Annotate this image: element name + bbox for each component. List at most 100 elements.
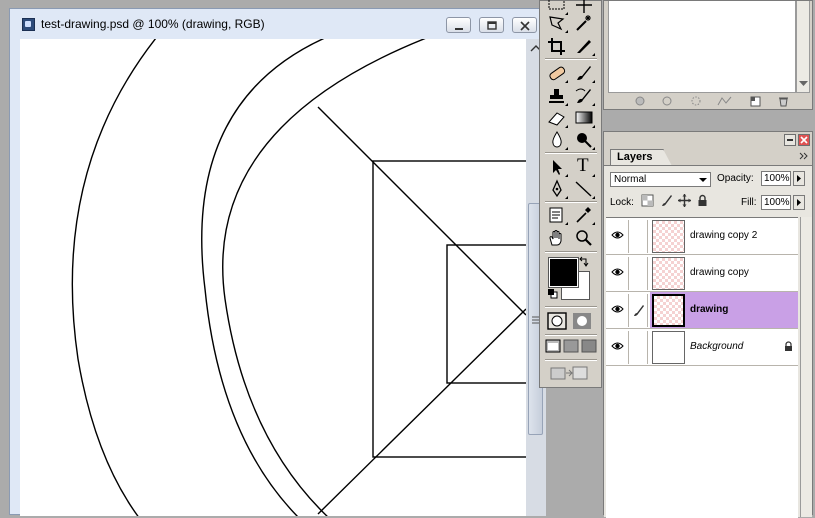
palette-minimize-button[interactable]: [784, 134, 796, 146]
stroke-circle-icon[interactable]: [662, 96, 672, 106]
fill-field[interactable]: 100%: [761, 195, 791, 210]
magnifier-icon: [576, 230, 592, 246]
chevron-right-icon: [797, 175, 801, 182]
dodge-tool[interactable]: [573, 130, 595, 150]
tools-palette: T: [539, 0, 602, 388]
close-button[interactable]: [512, 17, 537, 33]
history-brush-tool[interactable]: [573, 86, 595, 106]
layers-list: drawing copy 2 drawing copy drawing Back…: [606, 217, 798, 518]
magic-wand-icon: [576, 15, 591, 31]
foreground-color-swatch[interactable]: [549, 258, 578, 287]
full-screen-menu-mode-button[interactable]: [563, 339, 583, 357]
layers-tab[interactable]: Layers: [610, 149, 664, 166]
drawing-canvas[interactable]: [20, 39, 526, 516]
layer-row-drawing-copy[interactable]: drawing copy: [606, 255, 798, 292]
layer-name: drawing: [690, 304, 729, 315]
full-screen-mode-button[interactable]: [581, 339, 601, 357]
default-colors-icon[interactable]: [548, 289, 558, 299]
upper-palette-content: [608, 1, 796, 93]
layer-name: drawing copy: [690, 267, 749, 278]
layer-link-toggle[interactable]: [628, 257, 648, 290]
quick-mask-icon: [573, 313, 591, 329]
healing-brush-tool[interactable]: [546, 63, 568, 83]
eraser-tool[interactable]: [546, 108, 568, 128]
psd-document-icon: [22, 18, 35, 31]
eye-icon[interactable]: [611, 341, 624, 351]
fill-circle-icon[interactable]: [635, 96, 645, 106]
standard-screen-icon: [545, 339, 561, 353]
brush-tool[interactable]: [573, 63, 595, 83]
crop-icon: [548, 38, 565, 55]
standard-screen-mode-button[interactable]: [545, 339, 565, 357]
blend-mode-select[interactable]: Normal: [610, 172, 711, 187]
document-titlebar[interactable]: test-drawing.psd @ 100% (drawing, RGB): [10, 9, 544, 39]
layer-row-background[interactable]: Background: [606, 329, 798, 366]
jump-to-imageready-button[interactable]: [549, 364, 589, 382]
lock-transparency-icon[interactable]: [641, 194, 654, 207]
upper-palette-scrollbar[interactable]: [796, 1, 810, 93]
blend-mode-value: Normal: [614, 174, 647, 185]
layer-link-toggle[interactable]: [628, 331, 648, 364]
layers-titlebar[interactable]: [604, 132, 812, 149]
palette-close-button[interactable]: [798, 134, 810, 146]
type-tool[interactable]: T: [573, 155, 595, 177]
blur-tool[interactable]: [546, 130, 568, 150]
eye-icon[interactable]: [611, 304, 624, 314]
swap-colors-icon[interactable]: [578, 256, 590, 268]
type-icon: T: [577, 155, 589, 176]
fill-slider-button[interactable]: [793, 195, 805, 210]
large-rectangle: [372, 160, 526, 458]
lock-label: Lock:: [610, 197, 634, 208]
lock-icon: [785, 341, 792, 351]
lock-pixels-brush-icon[interactable]: [660, 194, 673, 207]
slice-tool[interactable]: [573, 36, 595, 56]
upper-palette: [603, 0, 813, 110]
opacity-label: Opacity:: [717, 173, 754, 184]
diagonal-top: [317, 106, 526, 316]
outer-arc: [71, 39, 157, 516]
opacity-slider-button[interactable]: [793, 171, 805, 186]
layer-name: drawing copy 2: [690, 230, 758, 241]
minimize-button[interactable]: [446, 17, 471, 33]
palette-menu-icon[interactable]: [799, 152, 809, 160]
chevron-down-icon: [699, 178, 707, 182]
chevron-right-icon: [797, 199, 801, 206]
pen-tool[interactable]: [546, 179, 568, 199]
notes-tool[interactable]: [546, 205, 568, 225]
gradient-tool[interactable]: [573, 108, 595, 128]
layer-link-toggle[interactable]: [628, 294, 648, 327]
standard-mode-button[interactable]: [547, 312, 567, 330]
magic-wand-tool[interactable]: [573, 13, 595, 33]
document-window[interactable]: test-drawing.psd @ 100% (drawing, RGB): [9, 8, 546, 516]
path-icon[interactable]: [717, 96, 733, 106]
minimize-icon: [787, 139, 793, 141]
path-selection-tool[interactable]: [546, 157, 568, 177]
lock-position-move-icon[interactable]: [678, 194, 691, 207]
crop-tool[interactable]: [546, 36, 568, 56]
clone-stamp-tool[interactable]: [546, 86, 568, 106]
quick-mask-mode-button[interactable]: [572, 312, 592, 330]
standard-mode-icon: [547, 312, 567, 330]
layer-row-drawing[interactable]: drawing: [606, 292, 798, 329]
layer-row-drawing-copy-2[interactable]: drawing copy 2: [606, 218, 798, 255]
restore-button[interactable]: [479, 17, 504, 33]
line-tool[interactable]: [573, 179, 595, 199]
eyedropper-tool[interactable]: [573, 205, 595, 225]
hand-tool[interactable]: [546, 228, 568, 248]
new-item-icon[interactable]: [750, 96, 761, 107]
dotted-circle-icon[interactable]: [691, 96, 701, 106]
layer-thumbnail: [652, 294, 685, 327]
lock-all-icon[interactable]: [697, 194, 708, 207]
layers-scrollbar[interactable]: [800, 217, 812, 517]
minimize-icon: [455, 28, 463, 30]
layer-link-toggle[interactable]: [628, 220, 648, 253]
scroll-down-arrow-icon[interactable]: [799, 81, 808, 87]
eye-icon[interactable]: [611, 267, 624, 277]
zoom-tool[interactable]: [573, 228, 595, 248]
trash-icon[interactable]: [778, 96, 789, 107]
eye-icon[interactable]: [611, 230, 624, 240]
imageready-icon: [550, 366, 588, 380]
lasso-tool[interactable]: [546, 13, 568, 33]
opacity-field[interactable]: 100%: [761, 171, 791, 186]
layer-thumbnail: [652, 220, 685, 253]
